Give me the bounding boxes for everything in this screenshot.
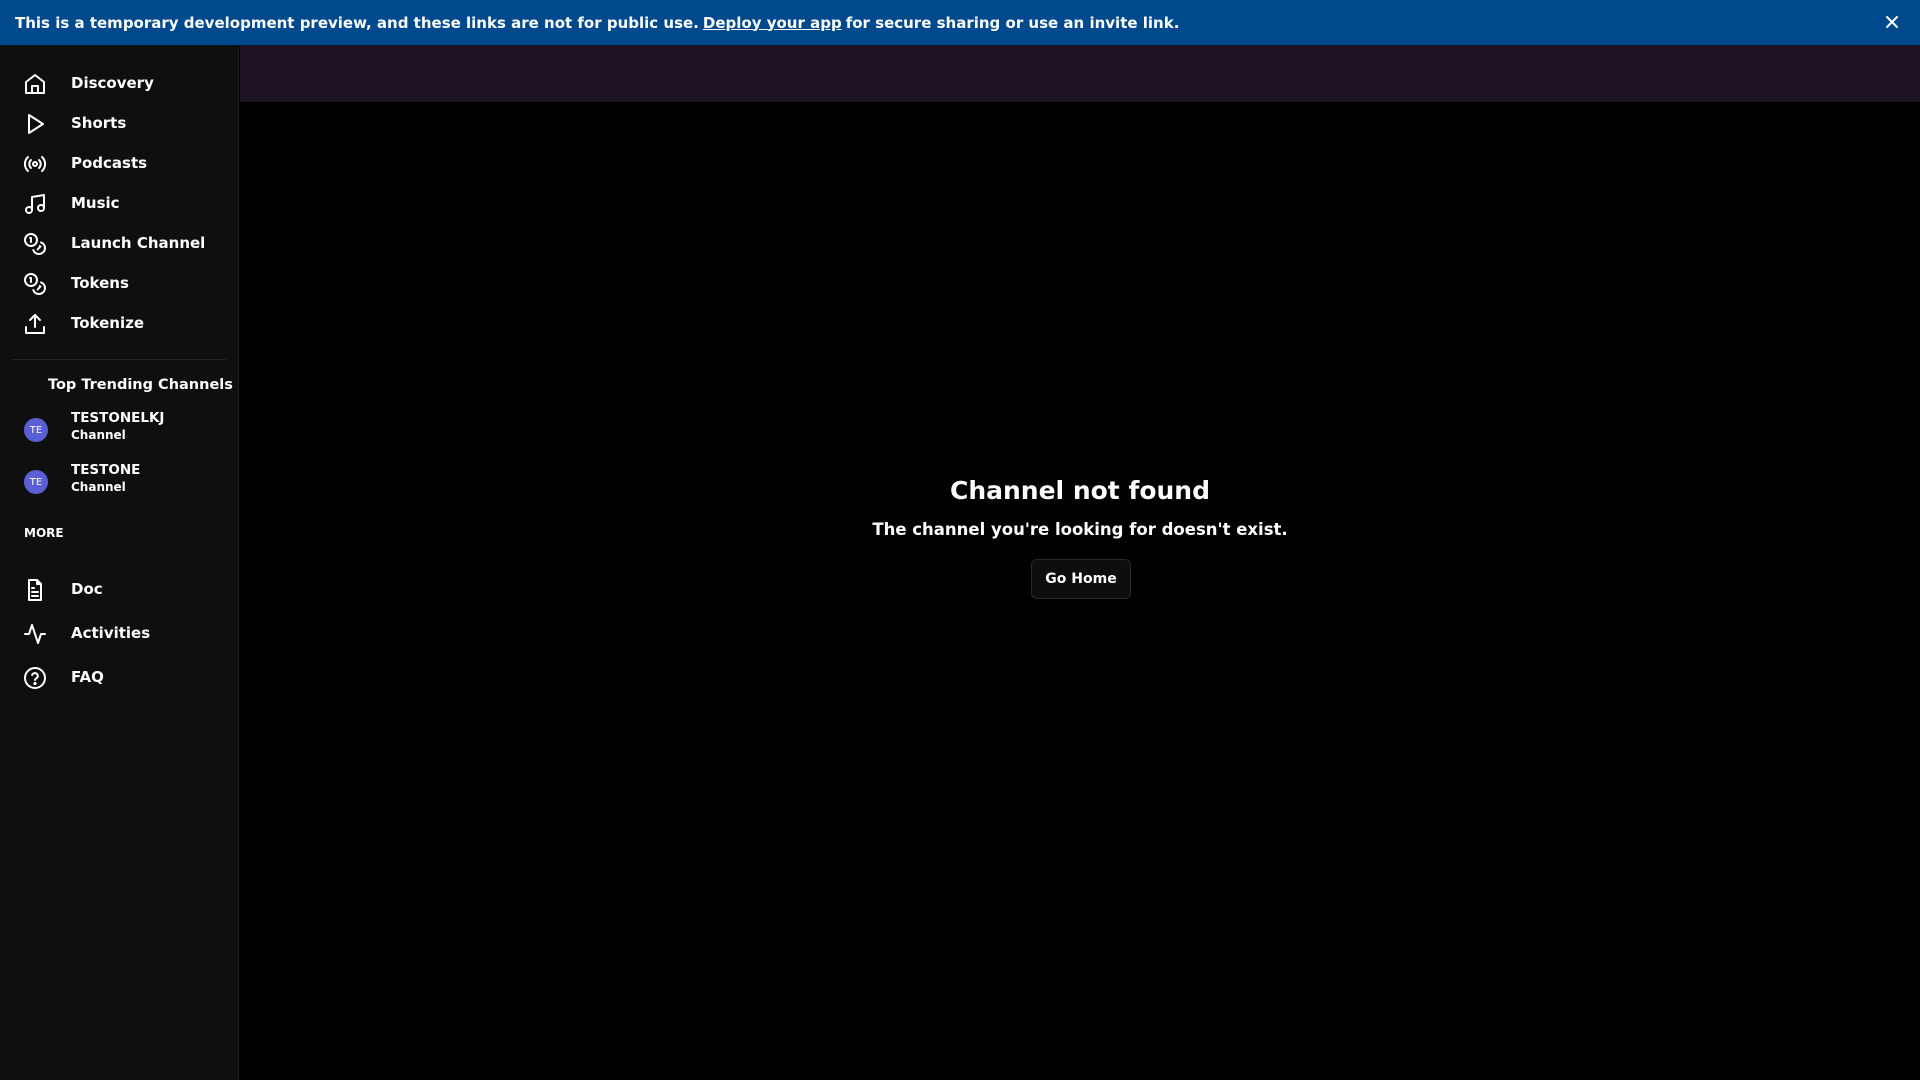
channel-name: TESTONELKJ — [71, 410, 165, 426]
home-icon — [23, 72, 47, 96]
document-icon — [23, 578, 47, 602]
sidebar-item-label: Launch Channel — [71, 234, 206, 252]
close-icon — [1886, 16, 1898, 28]
sidebar-divider — [12, 359, 226, 360]
page-subtitle: The channel you're looking for doesn't e… — [872, 520, 1288, 539]
sidebar-item-music[interactable]: Music — [0, 183, 239, 223]
main-content: Channel not found The channel you're loo… — [240, 102, 1920, 1080]
coins-icon — [23, 232, 47, 256]
sidebar-item-label: Tokens — [71, 274, 129, 292]
sidebar-item-tokenize[interactable]: Tokenize — [0, 303, 239, 343]
sidebar-item-label: Activities — [71, 624, 151, 642]
page-title: Channel not found — [949, 476, 1210, 505]
broadcast-icon — [23, 152, 47, 176]
sidebar-item-activities[interactable]: Activities — [0, 613, 239, 653]
dev-preview-banner: This is a temporary development preview,… — [0, 0, 1920, 45]
upload-icon — [23, 312, 47, 336]
sidebar-item-podcasts[interactable]: Podcasts — [0, 143, 239, 183]
sidebar-item-discovery[interactable]: Discovery — [0, 63, 239, 103]
avatar: TE — [24, 418, 48, 442]
close-banner-button[interactable] — [1882, 12, 1902, 32]
sidebar-item-shorts[interactable]: Shorts — [0, 103, 239, 143]
sidebar-item-launch-channel[interactable]: Launch Channel — [0, 223, 239, 263]
sidebar-item-label: Shorts — [71, 114, 127, 132]
sidebar-item-label: Doc — [71, 580, 103, 598]
sidebar-item-label: FAQ — [71, 668, 104, 686]
music-note-icon — [23, 192, 47, 216]
top-bar — [240, 45, 1920, 102]
banner-text-before: This is a temporary development preview,… — [15, 13, 699, 32]
channel-type: Channel — [71, 480, 126, 494]
sidebar-item-label: Music — [71, 194, 120, 212]
deploy-app-link[interactable]: Deploy your app — [703, 14, 842, 32]
coins-icon — [23, 272, 47, 296]
sidebar-item-label: Discovery — [71, 74, 154, 92]
sidebar-item-doc[interactable]: Doc — [0, 569, 239, 609]
channel-name: TESTONE — [71, 462, 141, 478]
channel-type: Channel — [71, 428, 126, 442]
activity-icon — [23, 622, 47, 646]
trending-channel-item[interactable]: TE TESTONELKJ Channel — [0, 406, 239, 454]
avatar: TE — [24, 470, 48, 494]
more-section-title: MORE — [24, 526, 64, 540]
trending-channels-title: Top Trending Channels — [48, 377, 233, 393]
go-home-button[interactable]: Go Home — [1031, 559, 1131, 599]
banner-text-after: for secure sharing or use an invite link… — [845, 13, 1180, 32]
help-circle-icon — [23, 666, 47, 690]
sidebar: Discovery Shorts Podcasts Music Launch C… — [0, 45, 239, 1080]
trending-channel-item[interactable]: TE TESTONE Channel — [0, 458, 239, 506]
sidebar-item-label: Tokenize — [71, 314, 145, 332]
play-icon — [23, 112, 47, 136]
sidebar-item-faq[interactable]: FAQ — [0, 657, 239, 697]
sidebar-item-label: Podcasts — [71, 154, 148, 172]
sidebar-item-tokens[interactable]: Tokens — [0, 263, 239, 303]
